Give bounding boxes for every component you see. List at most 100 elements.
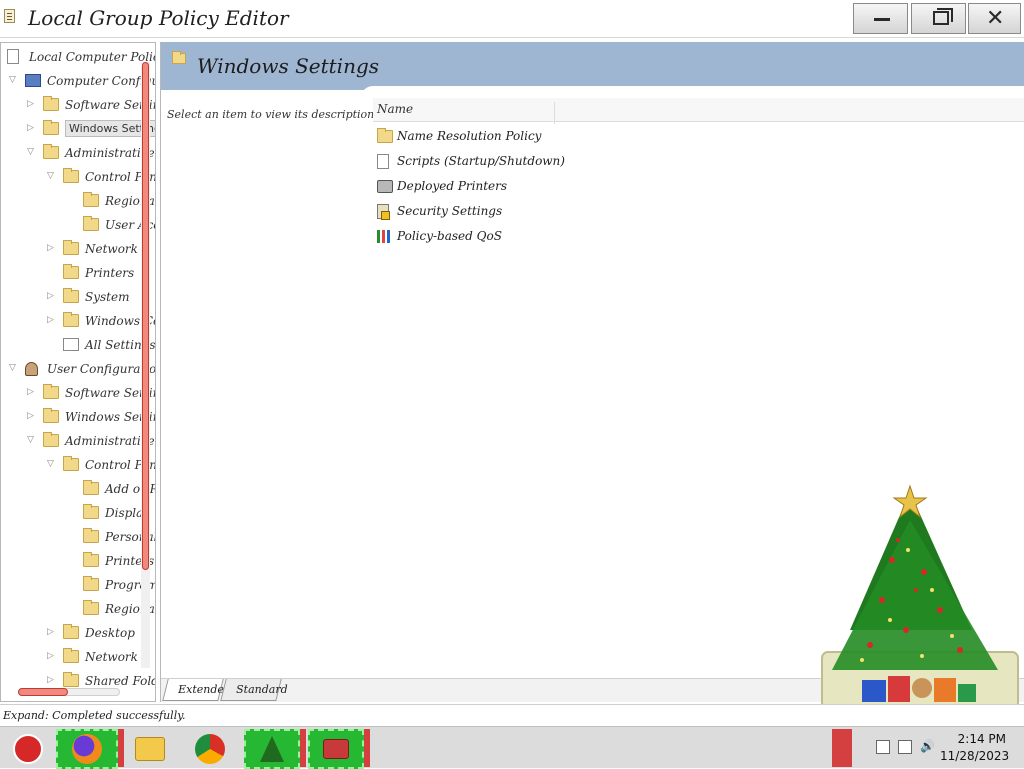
computer-icon [25, 74, 41, 87]
ethernet-icon[interactable] [898, 740, 912, 754]
folder-icon [63, 240, 79, 255]
taskbar-christmas-app[interactable] [244, 729, 300, 769]
folder-icon [43, 144, 59, 159]
taskbar-separator [300, 729, 306, 767]
chevron-down-icon[interactable]: ▽ [47, 459, 54, 469]
folder-icon [83, 552, 99, 567]
taskbar: 🔊 2:14 PM 11/28/2023 [0, 726, 1024, 769]
folder-icon [43, 120, 59, 135]
folder-icon [43, 432, 59, 447]
tree-item-label: Local Computer Policy [29, 50, 156, 64]
minimize-button[interactable] [853, 3, 908, 34]
column-header-row: Name [373, 98, 1024, 124]
folder-icon [43, 384, 59, 399]
list-item-label: Scripts (Startup/Shutdown) [397, 154, 565, 168]
printer-icon [377, 180, 393, 193]
chevron-right-icon[interactable]: ▷ [27, 411, 34, 421]
folder-icon [63, 456, 79, 471]
taskbar-file-explorer[interactable] [126, 729, 174, 769]
folder-icon [83, 504, 99, 519]
tab-standard[interactable]: Standard [220, 679, 288, 701]
tree-item-label: Printers [85, 266, 135, 280]
status-bar: Expand: Completed successfully. [0, 704, 1024, 726]
teddy-bear [912, 678, 932, 698]
folder-icon [83, 528, 99, 543]
folder-icon [63, 288, 79, 303]
console-tree[interactable]: Local Computer Policy ▽ Computer Configu… [0, 42, 156, 702]
chrome-icon [195, 734, 225, 764]
minimize-icon [874, 18, 890, 21]
folder-icon [63, 648, 79, 663]
status-text: Expand: Completed successfully. [3, 709, 186, 722]
column-header-name[interactable]: Name [377, 102, 555, 124]
restore-icon [933, 11, 949, 25]
chevron-down-icon[interactable]: ▽ [27, 147, 34, 157]
chevron-right-icon[interactable]: ▷ [27, 123, 34, 133]
list-item-label: Name Resolution Policy [397, 129, 542, 143]
gift-box-orange [934, 678, 956, 702]
show-hidden-icons-button[interactable] [832, 729, 852, 767]
tree-vertical-scrollbar-thumb[interactable] [142, 62, 149, 570]
taskbar-chrome[interactable] [186, 729, 234, 769]
tree-item-label: Network [85, 242, 138, 256]
chevron-down-icon[interactable]: ▽ [27, 435, 34, 445]
tree-app-icon [260, 736, 284, 762]
policy-editor-app-icon [4, 9, 15, 23]
start-button[interactable] [4, 729, 52, 769]
taskbar-group-policy-editor[interactable] [308, 729, 364, 769]
folder-icon [63, 312, 79, 327]
tree-item-label: Desktop [85, 626, 135, 640]
chevron-right-icon[interactable]: ▷ [27, 387, 34, 397]
tree-item-label: Network [85, 650, 138, 664]
folder-icon [83, 192, 99, 207]
folder-icon [63, 168, 79, 183]
folder-icon [83, 576, 99, 591]
folder-icon [172, 51, 186, 64]
tab-extended[interactable]: Extended [162, 679, 231, 701]
folder-icon [83, 216, 99, 231]
chevron-right-icon[interactable]: ▷ [27, 99, 34, 109]
folder-icon [377, 128, 393, 143]
header-divider [161, 90, 371, 100]
tree-lower-body [832, 520, 998, 670]
network-error-icon[interactable] [876, 740, 890, 754]
chevron-down-icon[interactable]: ▽ [9, 363, 16, 373]
gift-box-green [958, 684, 976, 702]
chevron-right-icon[interactable]: ▷ [47, 627, 54, 637]
firefox-icon [72, 734, 102, 764]
tab-standard-label: Standard [236, 683, 288, 696]
toolbox-icon [323, 739, 349, 759]
details-header: Windows Settings [161, 42, 1024, 90]
taskbar-separator [118, 729, 124, 767]
folder-icon [43, 96, 59, 111]
chevron-right-icon[interactable]: ▷ [47, 243, 54, 253]
folder-icon [63, 264, 79, 279]
script-icon [377, 154, 389, 169]
chevron-right-icon[interactable]: ▷ [47, 651, 54, 661]
chart-bars-icon [377, 230, 393, 243]
clock-date[interactable]: 11/28/2023 [940, 749, 1009, 763]
close-button[interactable]: ✕ [968, 3, 1021, 34]
restore-button[interactable] [911, 3, 966, 34]
christmas-tree-decoration [821, 484, 1019, 717]
folder-icon [43, 408, 59, 423]
taskbar-firefox[interactable] [56, 729, 118, 769]
volume-icon[interactable]: 🔊 [920, 739, 935, 753]
gift-box-red [888, 676, 910, 702]
description-text: Select an item to view its description. [167, 108, 378, 121]
chevron-right-icon[interactable]: ▷ [47, 291, 54, 301]
list-item-label: Deployed Printers [397, 179, 508, 193]
tree-item-label: System [85, 290, 130, 304]
clock-time[interactable]: 2:14 PM [948, 732, 1006, 746]
title-bar: Local Group Policy Editor ✕ [0, 0, 1024, 38]
all-settings-icon [63, 338, 79, 351]
tree-horizontal-scrollbar-thumb[interactable] [18, 688, 68, 696]
chevron-down-icon[interactable]: ▽ [47, 171, 54, 181]
chevron-right-icon[interactable]: ▷ [47, 315, 54, 325]
santa-start-icon [13, 734, 43, 764]
folder-icon [63, 624, 79, 639]
chevron-right-icon[interactable]: ▷ [47, 675, 54, 685]
window-title: Local Group Policy Editor [28, 6, 289, 30]
chevron-down-icon[interactable]: ▽ [9, 75, 16, 85]
folder-icon [63, 672, 79, 687]
